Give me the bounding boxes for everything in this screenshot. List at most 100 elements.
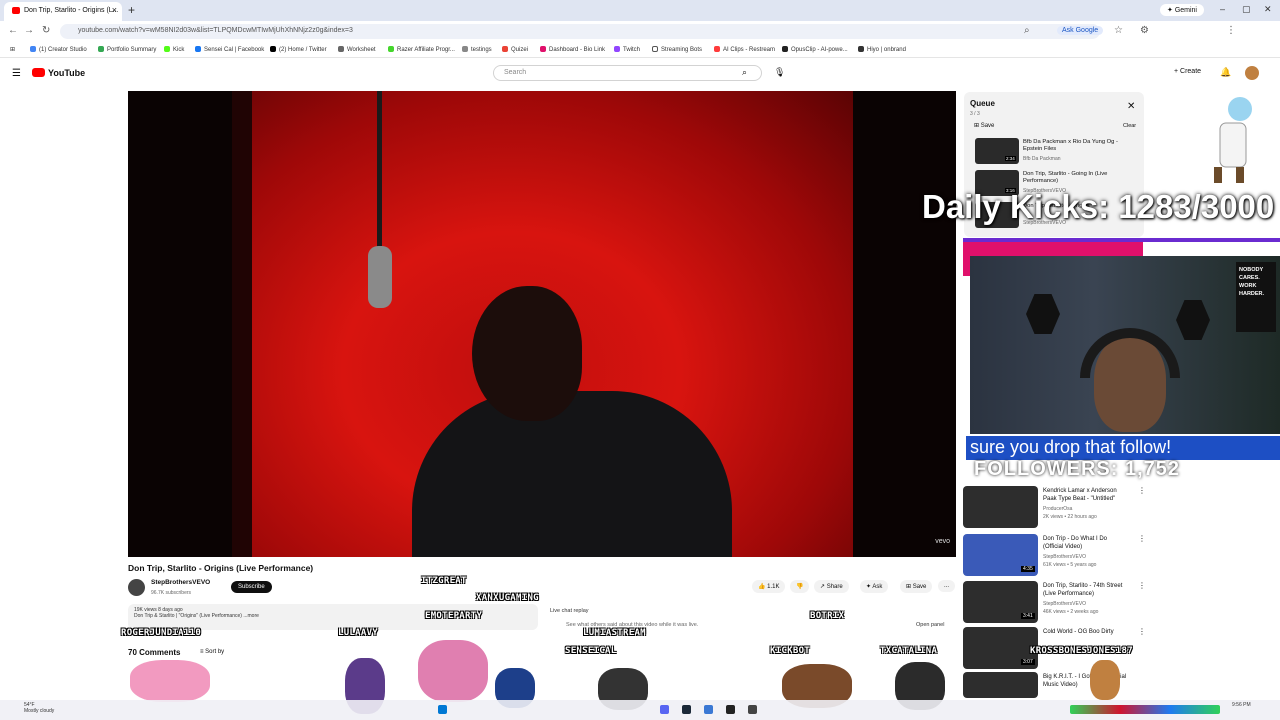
steam-icon[interactable] [682,705,691,714]
youtube-play-icon [32,68,45,77]
zoom-icon[interactable]: ⌕ [1024,25,1030,36]
more-options-icon[interactable]: ⋮ [1138,581,1146,590]
queue-save-label: Save [980,123,995,129]
more-options-icon[interactable]: ⋮ [1138,486,1146,495]
more-actions-button[interactable]: ... [938,580,956,592]
suggested-video[interactable]: 4:35 Don Trip - Do What I Do (Official V… [963,534,1146,578]
maximize-icon[interactable]: ▢ [1242,4,1251,15]
performer-body [412,391,732,557]
url-field[interactable]: youtube.com/watch?v=wM58NI2d03w&list=TLP… [60,24,1100,39]
more-options-icon[interactable]: ⋮ [1138,534,1146,543]
like-button[interactable]: 👍 1.1K [752,580,786,593]
avatar[interactable] [1245,66,1259,80]
video-wall-shadow [232,91,252,557]
subscribe-button[interactable]: Subscribe [231,581,272,593]
bookmark-item[interactable]: Razer Affiliate Progr... [388,46,455,53]
apps-icon[interactable]: ⊞ [10,46,15,53]
bookmark-item[interactable]: OpusClip - AI-powe... [782,46,848,53]
bookmark-item[interactable]: (2) Home / Twitter [270,46,327,53]
tab-title: Don Trip, Starlito - Origins (L... [24,7,119,14]
create-button[interactable]: + Create [1174,68,1201,75]
notifications-bell-icon[interactable]: 🔔 [1220,67,1231,78]
bookmark-item[interactable]: Worksheet [338,46,376,53]
suggested-video-channel: ProducerOsa [1043,506,1073,512]
reload-icon[interactable]: ↻ [42,25,50,36]
daily-kicks-counter: Daily Kicks: 1283/3000 [922,188,1275,225]
chatter-name: ROGERJUNDIA110 [121,628,202,638]
start-icon[interactable] [438,705,447,714]
bookmark-item[interactable]: Twitch [614,46,640,53]
bookmark-item[interactable]: testings [462,46,492,53]
studio-microphone [368,246,392,308]
bookmark-item[interactable]: Quizei [502,46,528,53]
new-tab-button[interactable]: + [128,3,135,17]
search-input[interactable]: Search [493,65,762,81]
chatter-name: LULAAVY [338,628,379,638]
bookmark-item[interactable]: (1) Creator Studio [30,46,87,53]
chatter-name: KICKBOT [770,646,811,656]
gemini-button[interactable]: ✦ Gemini [1160,4,1204,16]
queue-clear-button[interactable]: Clear [1123,123,1136,129]
sort-by-button[interactable]: ≡ Sort by [200,649,224,655]
share-button[interactable]: ↗ Share [814,580,849,593]
ask-button[interactable]: ✦ Ask [860,580,889,593]
queue-title: Queue [970,99,995,108]
suggested-video[interactable]: Kendrick Lamar x Anderson Paak Type Beat… [963,486,1146,530]
bookmark-item[interactable]: Hiyo | onbrand [858,46,906,53]
hamburger-menu-icon[interactable]: ☰ [12,68,21,79]
queue-item-channel: Bfb Da Packman [1023,156,1061,162]
tray-icons[interactable] [1070,705,1220,714]
like-count: 1.1K [767,584,780,590]
bookmark-item[interactable]: Portfolio Summary [98,46,156,53]
back-icon[interactable]: ← [8,25,18,36]
queue-item[interactable]: 2:34 Bfb Da Packman x Rio Da Yung Og - E… [975,138,1135,166]
weather-widget[interactable]: 54°F Mostly cloudy [24,702,54,714]
bookmark-item[interactable]: Kick [164,46,184,53]
close-icon[interactable]: ✕ [1127,101,1135,112]
suggested-video-channel: StepBrothersVEVO [1043,601,1087,607]
ask-google-button[interactable]: Ask Google [1057,26,1104,35]
close-window-icon[interactable]: ✕ [1264,4,1272,15]
video-player[interactable]: vevo [128,91,956,557]
more-options-icon[interactable]: ⋮ [1138,627,1146,636]
weather-desc: Mostly cloudy [24,708,55,714]
bookmark-item[interactable]: Dashboard - Bio Link [540,46,605,53]
bookmark-folder[interactable]: Streaming Bots [652,46,702,53]
extension-icon[interactable]: ⚙ [1140,25,1149,36]
app-icon[interactable] [726,705,735,714]
menu-dots-icon[interactable]: ⋮ [1226,25,1236,36]
suggested-video-title: Cold World - OG Boo Dirty [1043,629,1114,635]
channel-name[interactable]: StepBrothersVEVO [151,579,210,586]
sort-by-label: Sort by [205,649,225,655]
microphone-icon[interactable]: 🎙 [774,67,785,78]
suggested-video-title: Kendrick Lamar x Anderson Paak Type Beat… [1043,488,1117,502]
tab-close-icon[interactable]: × [112,5,117,15]
chatter-name: BOTRIX [810,611,845,621]
video-title: Don Trip, Starlito - Origins (Live Perfo… [128,563,314,573]
search-icon[interactable]: ⌕ [742,67,747,78]
channel-avatar[interactable] [128,579,145,596]
bookmark-star-icon[interactable]: ☆ [1114,25,1123,36]
browser-tab[interactable]: Don Trip, Starlito - Origins (L... × [4,2,122,21]
media-icon[interactable] [748,705,757,714]
bookmark-item[interactable]: AI Clips - Restream [714,46,775,53]
duration: 3:07 [1021,659,1035,665]
forward-icon[interactable]: → [24,25,34,36]
performer-head [472,286,582,421]
queue-save-button[interactable]: ⊞ Save [974,122,994,129]
comments-count: 70 Comments [128,648,181,657]
discord-icon[interactable] [660,705,669,714]
minimize-icon[interactable]: – [1220,4,1225,14]
ask-label: Ask [872,584,883,590]
save-button[interactable]: ⊞ Save [900,580,933,593]
bookmark-item[interactable]: Sensei Cal | Facebook [195,46,264,53]
suggested-video-views: 61K views • 5 years ago [1043,562,1097,568]
app-icon[interactable] [704,705,713,714]
chatter-name: XANXUGAMING [476,593,539,603]
webcam-overlay [970,256,1280,434]
open-panel-button[interactable]: Open panel [916,622,944,628]
youtube-logo[interactable]: YouTube [32,68,85,78]
save-label: Save [912,584,927,590]
dislike-button[interactable]: 👎 [790,580,810,593]
suggested-video[interactable]: 3:41 Don Trip, Starlito - 74th Street (L… [963,581,1146,625]
